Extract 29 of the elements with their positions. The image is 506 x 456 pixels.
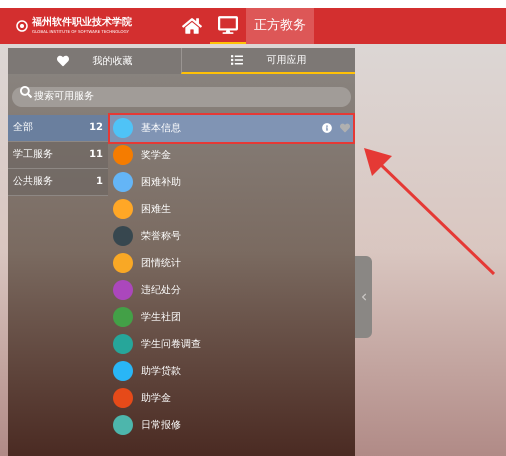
app-item[interactable]: 学生问卷调查 [110, 330, 353, 358]
app-item[interactable]: 助学贷款 [110, 358, 353, 384]
panel-tab[interactable]: 可用应用 [181, 48, 355, 74]
app-item[interactable]: 奖学金 [110, 142, 353, 168]
app-item[interactable]: 荣誉称号 [110, 222, 353, 250]
app-item[interactable]: 团情统计 [110, 250, 353, 276]
college-name: 福州软件职业技术学院 [32, 18, 132, 28]
heart-icon [56, 55, 68, 67]
nav-tab[interactable]: 正方教务 [246, 8, 314, 44]
collapse-handle[interactable] [355, 256, 372, 338]
app-item[interactable]: 学生社团 [110, 304, 353, 330]
category-item[interactable]: 学工服务 11 [8, 142, 108, 168]
app-item[interactable]: 困难生 [110, 196, 353, 222]
app-item[interactable]: 基本信息 [110, 114, 353, 142]
app-item[interactable]: 日常报修 [110, 412, 353, 438]
info-icon[interactable] [322, 123, 332, 133]
panel-tab[interactable]: 我的收藏 [8, 48, 181, 74]
search-field[interactable]: 搜索可用服务 [12, 86, 351, 106]
chevron-left-icon [360, 293, 368, 301]
list-icon [230, 54, 242, 66]
app-item[interactable]: 助学金 [110, 384, 353, 412]
emblem-icon [16, 20, 28, 32]
category-item[interactable]: 全部 12 [8, 114, 108, 142]
category-item[interactable]: 公共服务 1 [8, 168, 108, 196]
app-item[interactable]: 违纪处分 [110, 276, 353, 304]
home-icon [182, 16, 202, 36]
app-item[interactable]: 困难补助 [110, 168, 353, 196]
monitor-icon [218, 15, 238, 35]
search-icon [20, 86, 32, 98]
